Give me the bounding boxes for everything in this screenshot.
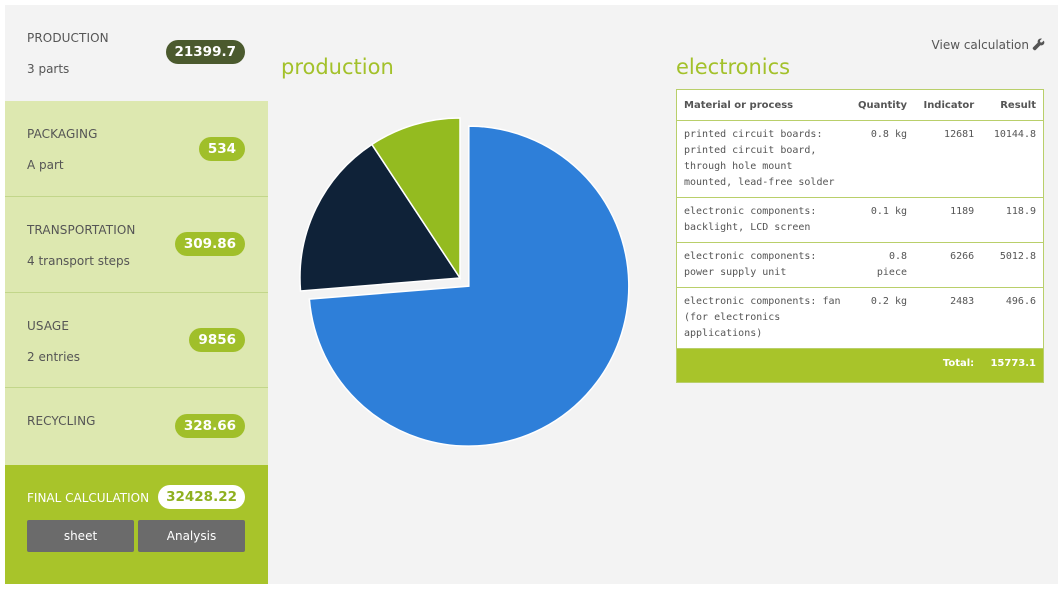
final-calculation-title: FINAL CALCULATION bbox=[27, 491, 150, 505]
sidebar-item-title: RECYCLING bbox=[27, 414, 96, 428]
electronics-title: electronics bbox=[676, 55, 791, 79]
column-header-result: Result bbox=[981, 89, 1044, 121]
sidebar-item-value: 328.66 bbox=[174, 414, 245, 438]
sidebar: PRODUCTION 3 parts 21399.7 PACKAGING A p… bbox=[5, 5, 268, 584]
column-header-quantity: Quantity bbox=[851, 89, 914, 121]
wrench-icon bbox=[1029, 38, 1045, 52]
sidebar-item-subtitle: 3 parts bbox=[27, 62, 70, 76]
sidebar-item-value: 9856 bbox=[189, 328, 245, 352]
sidebar-item-title: PACKAGING bbox=[27, 127, 98, 141]
sidebar-item-packaging[interactable]: PACKAGING A part 534 bbox=[5, 101, 268, 197]
table-total-row: Total: 15773.1 bbox=[676, 348, 1044, 383]
sidebar-item-title: USAGE bbox=[27, 319, 70, 333]
sidebar-item-usage[interactable]: USAGE 2 entries 9856 bbox=[5, 293, 268, 388]
cell-indicator: 12681 bbox=[914, 120, 982, 198]
cell-result: 496.6 bbox=[981, 287, 1044, 349]
final-calculation-value: 32428.22 bbox=[158, 485, 245, 509]
cell-quantity: 0.2 kg bbox=[851, 287, 914, 349]
cell-quantity: 0.8 piece bbox=[851, 242, 914, 288]
sidebar-item-subtitle: 4 transport steps bbox=[27, 254, 130, 268]
sidebar-item-value: 534 bbox=[198, 137, 245, 161]
table-row: electronic components: backlight, LCD sc… bbox=[676, 197, 1044, 243]
table-row: printed circuit boards: printed circuit … bbox=[676, 120, 1044, 198]
cell-material: electronic components: power supply unit bbox=[676, 242, 851, 288]
sidebar-item-transportation[interactable]: TRANSPORTATION 4 transport steps 309.86 bbox=[5, 197, 268, 293]
cell-material: electronic components: fan (for electron… bbox=[676, 287, 851, 349]
cell-indicator: 2483 bbox=[914, 287, 982, 349]
electronics-table: Material or process Quantity Indicator R… bbox=[676, 89, 1044, 383]
cell-result: 10144.8 bbox=[981, 120, 1044, 198]
view-calculation-link[interactable]: View calculation bbox=[932, 38, 1045, 52]
sidebar-item-subtitle: 2 entries bbox=[27, 350, 81, 364]
cell-material: printed circuit boards: printed circuit … bbox=[676, 120, 851, 198]
view-calculation-label: View calculation bbox=[931, 38, 1029, 52]
sidebar-item-title: PRODUCTION bbox=[27, 31, 109, 45]
sidebar-item-title: TRANSPORTATION bbox=[27, 223, 136, 237]
cell-material: electronic components: backlight, LCD sc… bbox=[676, 197, 851, 243]
table-row: electronic components: fan (for electron… bbox=[676, 287, 1044, 349]
sheet-button[interactable]: sheet bbox=[27, 520, 134, 552]
cell-quantity: 0.1 kg bbox=[851, 197, 914, 243]
cell-indicator: 1189 bbox=[914, 197, 982, 243]
sidebar-item-value: 309.86 bbox=[174, 232, 245, 256]
production-title: production bbox=[281, 55, 394, 79]
final-calculation-panel: FINAL CALCULATION 32428.22 sheet Analysi… bbox=[5, 465, 268, 584]
analysis-button[interactable]: Analysis bbox=[138, 520, 245, 552]
sidebar-item-production[interactable]: PRODUCTION 3 parts 21399.7 bbox=[5, 5, 268, 101]
sidebar-item-recycling[interactable]: RECYCLING 328.66 bbox=[5, 388, 268, 465]
sidebar-item-value: 21399.7 bbox=[165, 40, 245, 64]
sidebar-item-subtitle: A part bbox=[27, 158, 64, 172]
production-pie-chart bbox=[299, 117, 630, 447]
table-row: electronic components: power supply unit… bbox=[676, 242, 1044, 288]
cell-result: 118.9 bbox=[981, 197, 1044, 243]
column-header-material: Material or process bbox=[676, 89, 851, 121]
total-value: 15773.1 bbox=[981, 348, 1044, 383]
cell-result: 5012.8 bbox=[981, 242, 1044, 288]
table-header-row: Material or process Quantity Indicator R… bbox=[676, 89, 1044, 121]
cell-quantity: 0.8 kg bbox=[851, 120, 914, 198]
total-label: Total: bbox=[914, 348, 982, 383]
column-header-indicator: Indicator bbox=[914, 89, 982, 121]
cell-indicator: 6266 bbox=[914, 242, 982, 288]
